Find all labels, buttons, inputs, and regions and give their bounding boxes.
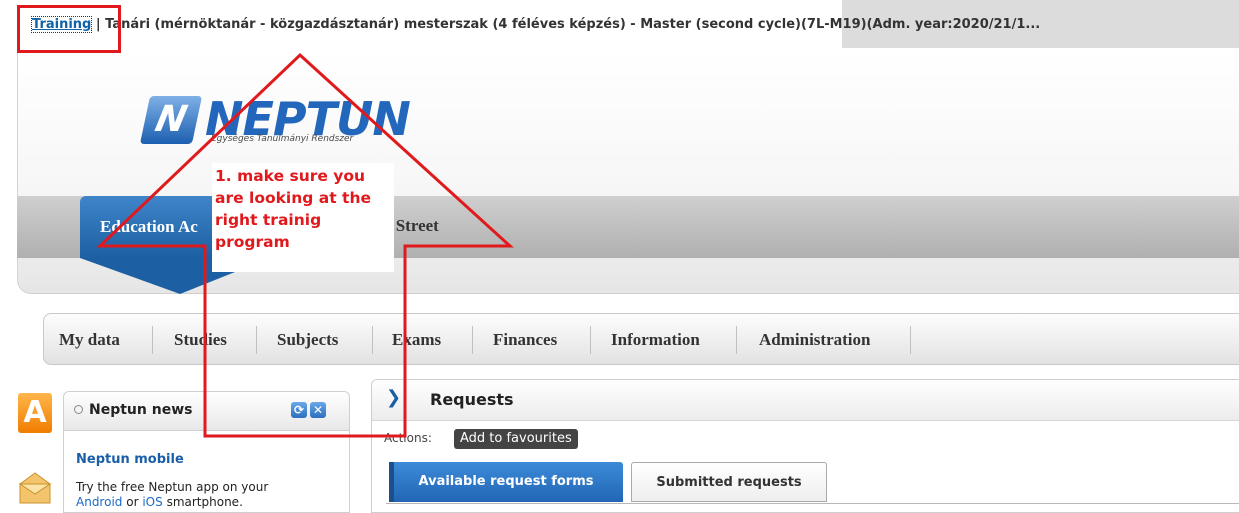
news-text: Try the free Neptun app on your — [76, 480, 269, 494]
annotation-line: program — [215, 233, 290, 251]
training-program-name: Tanári (mérnöktanár - közgazdásztanár) m… — [105, 17, 1041, 32]
neptun-logo-subtitle: Egységes Tanulmányi Rendszer — [211, 134, 354, 144]
annotation-line: are looking at the — [215, 189, 371, 207]
close-icon[interactable]: ✕ — [310, 402, 326, 418]
requests-header: ❯ Requests — [372, 380, 1239, 421]
menu-divider — [152, 326, 153, 354]
main-menu: My data Studies Subjects Exams Finances … — [43, 313, 1239, 365]
refresh-icon[interactable]: ⟳ — [291, 402, 307, 418]
menu-item-my-data[interactable]: My data — [59, 314, 120, 366]
training-highlight-box — [17, 5, 121, 53]
annotation-line: 1. make sure you — [215, 167, 366, 185]
actions-label: Actions: — [384, 431, 432, 445]
add-to-favourites-button[interactable]: Add to favourites — [454, 429, 578, 449]
menu-item-exams[interactable]: Exams — [392, 314, 441, 366]
menu-divider — [472, 326, 473, 354]
news-bullet-icon — [74, 405, 83, 414]
menu-item-studies[interactable]: Studies — [174, 314, 227, 366]
requests-panel: ❯ Requests Actions: Add to favourites Av… — [371, 379, 1239, 513]
requests-title: Requests — [430, 390, 514, 409]
menu-item-finances[interactable]: Finances — [493, 314, 557, 366]
training-bar: Training | Tanári (mérnöktanár - közgazd… — [0, 0, 1239, 53]
tab-active-indicator — [389, 462, 394, 502]
tab-row-divider — [386, 503, 1239, 504]
menu-divider — [736, 326, 737, 354]
neptun-logo[interactable]: N NEPTUN Egységes Tanulmányi Rendszer — [139, 92, 411, 156]
menu-item-information[interactable]: Information — [611, 314, 700, 366]
news-panel: Neptun news ⟳ ✕ Neptun mobile Try the fr… — [63, 391, 350, 513]
neptun-logo-icon: N — [139, 96, 203, 144]
menu-divider — [372, 326, 373, 354]
annotation-line: right trainig — [215, 211, 322, 229]
menu-divider — [910, 326, 911, 354]
menu-divider — [590, 326, 591, 354]
mail-icon[interactable] — [18, 470, 52, 504]
menu-item-subjects[interactable]: Subjects — [277, 314, 338, 366]
ios-link[interactable]: iOS — [142, 495, 162, 509]
chevron-right-icon[interactable]: ❯ — [386, 387, 401, 408]
menu-item-administration[interactable]: Administration — [759, 314, 870, 366]
news-text: smartphone. — [166, 495, 243, 509]
news-text: or — [126, 495, 139, 509]
tab-available-request-forms[interactable]: Available request forms — [389, 462, 623, 502]
tab-submitted-requests[interactable]: Submitted requests — [631, 462, 827, 502]
news-panel-header: Neptun news ⟳ ✕ — [64, 392, 349, 431]
annotation-note: 1. make sure you are looking at the righ… — [212, 163, 394, 272]
android-link[interactable]: Android — [76, 495, 122, 509]
admin-a-icon[interactable]: A — [18, 393, 52, 433]
menu-divider — [256, 326, 257, 354]
news-item-text: Try the free Neptun app on your Android … — [76, 480, 346, 510]
news-panel-title: Neptun news — [89, 402, 193, 418]
news-item-title[interactable]: Neptun mobile — [76, 452, 184, 467]
training-line: Training | Tanári (mérnöktanár - közgazd… — [30, 16, 1041, 33]
